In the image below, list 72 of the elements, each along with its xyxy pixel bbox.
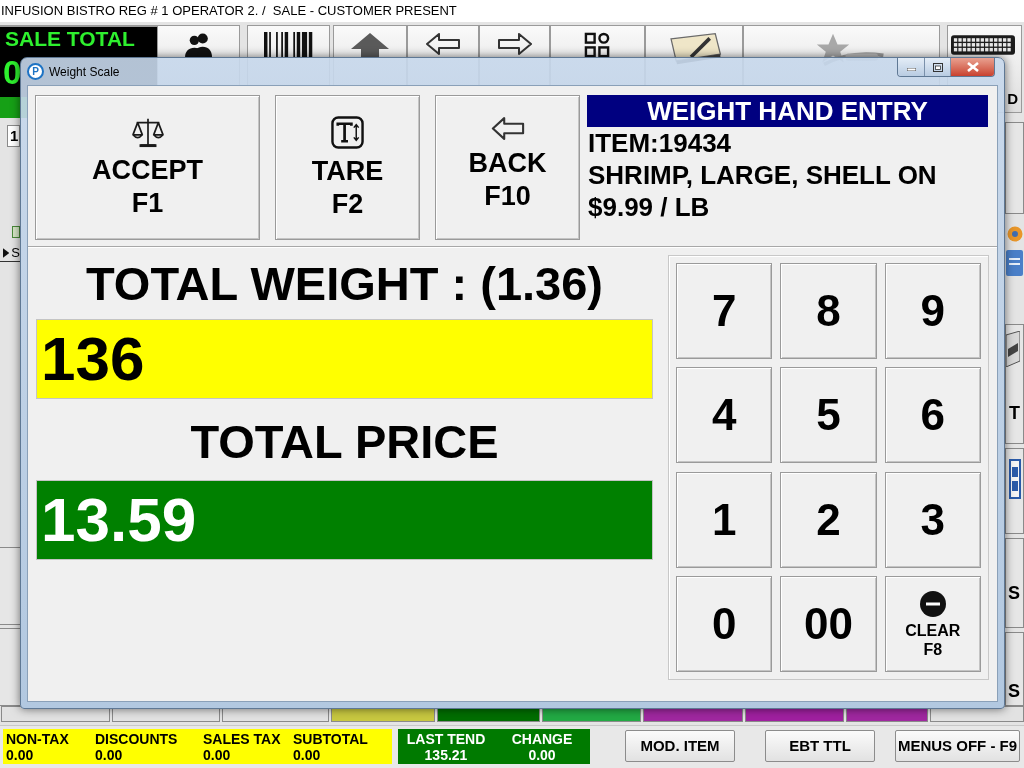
- function-button[interactable]: MENUS OFF - F9: [895, 730, 1020, 762]
- up-arrow-icon: [350, 32, 390, 58]
- app-logo: P: [27, 63, 44, 80]
- grid-icon: [584, 32, 611, 59]
- keypad-key[interactable]: 00: [780, 575, 877, 672]
- item-price: $9.99 / LB: [587, 191, 710, 223]
- totals-value: 0.00: [6, 747, 34, 763]
- totals-value: 0.00: [293, 747, 321, 763]
- maximize-button[interactable]: [925, 58, 951, 76]
- sale-total-value: 0: [3, 55, 22, 91]
- barcode-icon: [263, 32, 314, 58]
- sale-total-label: SALE TOTAL: [4, 27, 135, 51]
- right-arrow-icon: [496, 32, 533, 56]
- clear-key[interactable]: CLEAR F8: [884, 575, 981, 672]
- totals-label: NON-TAX: [6, 731, 69, 747]
- minus-circle-icon: [919, 590, 946, 617]
- square-icon: [12, 226, 20, 238]
- picture-icon: [1006, 331, 1020, 367]
- text-size-icon: [331, 116, 364, 149]
- window-title: INFUSION BISTRO REG # 1 OPERATOR 2. / SALE - CUSTOMER PRESENT: [1, 3, 457, 19]
- price-field: 13.59: [36, 480, 653, 560]
- triangle-icon: [3, 246, 10, 259]
- people-icon: [183, 32, 214, 58]
- close-icon: [966, 62, 979, 72]
- price-label: TOTAL PRICE: [190, 417, 499, 467]
- left-arrow-icon: [490, 116, 525, 141]
- keypad-key[interactable]: 4: [676, 367, 773, 464]
- tender-value: 135.21: [424, 747, 468, 763]
- list-row-label: S: [11, 245, 20, 260]
- weight-label: TOTAL WEIGHT : (1.36): [86, 259, 603, 309]
- keypad-key[interactable]: 7: [676, 263, 773, 359]
- keypad-key[interactable]: 9: [884, 263, 981, 359]
- keypad-key[interactable]: 8: [780, 263, 877, 359]
- keypad-key[interactable]: 5: [780, 367, 877, 464]
- entry-heading: WEIGHT HAND ENTRY: [587, 95, 988, 127]
- weight-field[interactable]: 136: [36, 319, 653, 399]
- close-button[interactable]: [951, 58, 994, 76]
- minimize-icon: [906, 68, 916, 71]
- keypad-key[interactable]: 3: [884, 471, 981, 568]
- item-number: ITEM:19434: [587, 127, 732, 159]
- side-button[interactable]: [1005, 122, 1024, 214]
- keypad-key[interactable]: 6: [884, 367, 981, 464]
- tender-label: CHANGE: [511, 731, 573, 747]
- logo-icon: [1009, 459, 1021, 499]
- accept-button[interactable]: ACCEPT F1: [35, 95, 260, 240]
- side-button[interactable]: [1005, 448, 1024, 534]
- totals-label: SALES TAX: [203, 731, 281, 747]
- tender-label: LAST TEND: [406, 731, 486, 747]
- tender-value: 0.00: [528, 747, 556, 763]
- side-button[interactable]: T: [1005, 324, 1024, 444]
- totals-value: 0.00: [203, 747, 231, 763]
- item-description: SHRIMP, LARGE, SHELL ON: [587, 159, 937, 191]
- quantity-field[interactable]: 1: [7, 125, 20, 147]
- balance-scale-icon: [130, 116, 165, 148]
- function-button[interactable]: EBT TTL: [765, 730, 875, 762]
- back-button[interactable]: BACK F10: [435, 95, 580, 240]
- tare-button[interactable]: TARE F2: [275, 95, 420, 240]
- totals-label: SUBTOTAL: [293, 731, 368, 747]
- totals-value: 0.00: [95, 747, 123, 763]
- restore-icon: [932, 62, 943, 72]
- totals-label: DISCOUNTS: [95, 731, 178, 747]
- side-button[interactable]: S: [1005, 538, 1024, 628]
- side-button[interactable]: S: [1005, 632, 1024, 706]
- keypad-key[interactable]: 2: [780, 471, 877, 568]
- circle-icon: [1007, 226, 1023, 242]
- keypad-key[interactable]: 1: [676, 471, 773, 568]
- keypad-key[interactable]: 0: [676, 575, 773, 672]
- dialog-title: Weight Scale: [49, 64, 120, 79]
- tile-icon: [1006, 250, 1023, 276]
- function-button[interactable]: MOD. ITEM: [625, 730, 735, 762]
- keyboard-icon: [951, 34, 1015, 56]
- left-arrow-icon: [425, 32, 461, 56]
